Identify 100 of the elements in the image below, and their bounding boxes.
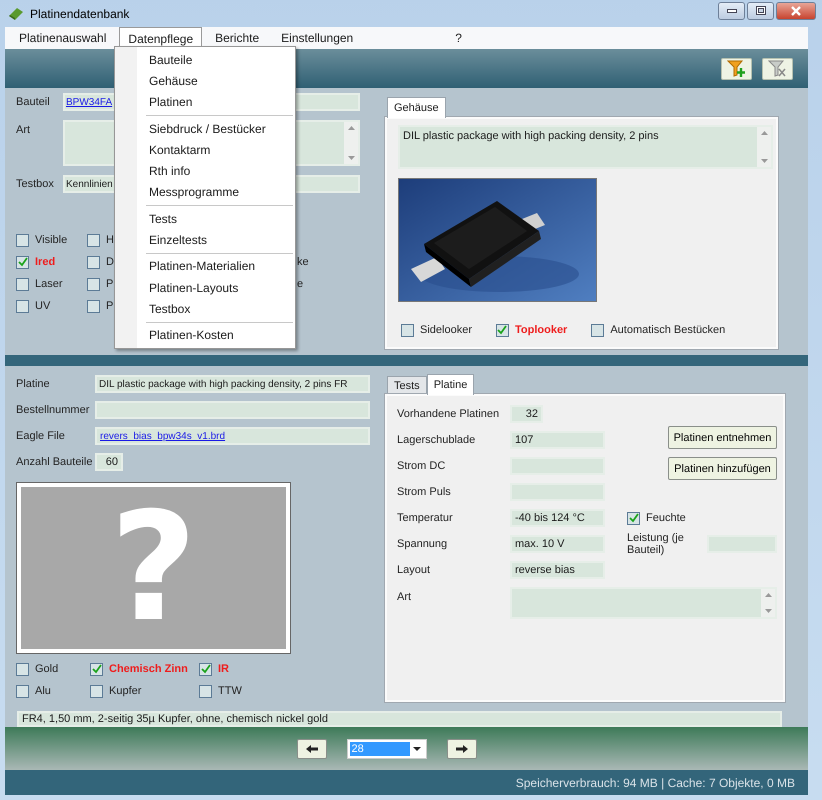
- field-label: Lagerschublade: [397, 434, 476, 446]
- checkbox[interactable]: [16, 684, 29, 698]
- checkbox-label: Feuchte: [646, 512, 686, 524]
- close-button[interactable]: [776, 2, 816, 20]
- previous-button[interactable]: [296, 738, 326, 758]
- checkbox-label: Kupfer: [109, 685, 142, 697]
- menu-item[interactable]: Platinen: [138, 92, 293, 113]
- input-field[interactable]: [707, 535, 777, 553]
- scroll-down-icon[interactable]: [348, 156, 354, 160]
- field-label: Vorhandene Platinen: [397, 408, 500, 420]
- input-field[interactable]: 107: [510, 431, 605, 449]
- field-label: Bestellnummer: [16, 404, 90, 416]
- menu-item[interactable]: Einzeltests: [138, 229, 293, 251]
- checkbox[interactable]: [591, 324, 604, 336]
- scrollbar[interactable]: [344, 122, 358, 164]
- input-field[interactable]: DIL plastic package with high packing density, 2 pins FR: [95, 375, 370, 393]
- checkbox[interactable]: [16, 662, 29, 676]
- checkbox-label: IR: [218, 663, 229, 675]
- funnel-x-icon: [768, 60, 788, 78]
- menu-item[interactable]: Bauteile: [138, 49, 293, 70]
- menu-item[interactable]: Siebdruck / Bestücker: [138, 118, 293, 140]
- field-label: Testbox: [16, 178, 55, 190]
- tab[interactable]: Tests: [387, 376, 427, 394]
- question-mark: ?: [110, 493, 197, 643]
- menu-item[interactable]: ?: [446, 27, 471, 49]
- checkbox[interactable]: [199, 684, 212, 698]
- checkbox[interactable]: [90, 684, 103, 698]
- scroll-up-icon[interactable]: [348, 126, 354, 130]
- field-label: Art: [16, 123, 32, 136]
- checkbox[interactable]: [401, 324, 414, 336]
- menu-item[interactable]: Tests: [138, 208, 293, 230]
- checkbox[interactable]: [90, 662, 103, 676]
- action-button[interactable]: Platinen entnehmen: [668, 426, 777, 449]
- checkbox[interactable]: [16, 234, 29, 246]
- checkbox-label: P: [106, 278, 114, 290]
- menu-item[interactable]: Gehäuse: [138, 70, 293, 92]
- scroll-down-icon[interactable]: [764, 609, 772, 613]
- menu-item[interactable]: Kontaktarm: [138, 139, 293, 160]
- maximize-icon: [756, 6, 766, 15]
- menu-item[interactable]: Platinen-Layouts: [138, 276, 293, 298]
- checkbox[interactable]: [16, 278, 29, 290]
- menu-item[interactable]: Rth info: [138, 160, 293, 182]
- scroll-up-icon[interactable]: [760, 131, 768, 135]
- tab[interactable]: Platine: [426, 374, 474, 395]
- field-label: Spannung: [397, 538, 448, 550]
- checkbox[interactable]: [87, 256, 100, 268]
- part-link[interactable]: BPW34FA: [66, 96, 112, 108]
- checkbox[interactable]: [199, 662, 212, 676]
- action-button[interactable]: Platinen hinzufügen: [668, 457, 777, 480]
- description-field[interactable]: DIL plastic package with high packing density, 2 pins: [398, 125, 773, 169]
- input-field[interactable]: -40 bis 124 °C: [510, 509, 605, 527]
- menu-item[interactable]: Messprogramme: [138, 182, 293, 204]
- checkbox[interactable]: [496, 324, 509, 336]
- checkbox-label: e: [297, 277, 304, 291]
- tab[interactable]: Gehäuse: [387, 97, 446, 118]
- checkbox[interactable]: [87, 278, 100, 290]
- checkbox[interactable]: [627, 512, 640, 524]
- input-field[interactable]: 60: [95, 453, 123, 471]
- material-field[interactable]: FR4, 1,50 mm, 2-seitig 35µ Kupfer, ohne, chemisch nickel gold: [17, 711, 782, 727]
- checkbox-label: Laser: [35, 278, 63, 290]
- scroll-up-icon[interactable]: [764, 593, 772, 597]
- next-button[interactable]: [446, 738, 476, 758]
- menu-item[interactable]: Testbox: [138, 298, 293, 320]
- checkbox[interactable]: [87, 234, 100, 246]
- file-link[interactable]: revers_bias_bpw34s_v1.brd: [100, 430, 226, 442]
- funnel-plus-icon: [726, 60, 746, 78]
- menu-item[interactable]: Platinen-Kosten: [138, 324, 293, 346]
- minimize-button[interactable]: [718, 2, 745, 20]
- memo-field[interactable]: [510, 587, 777, 619]
- checkbox-label: Ired: [35, 256, 56, 268]
- scrollbar[interactable]: [761, 589, 775, 617]
- checkbox[interactable]: [16, 256, 29, 268]
- field-label: Strom Puls: [397, 486, 452, 498]
- input-field[interactable]: [510, 483, 605, 501]
- close-icon: [790, 6, 802, 16]
- left-arrow-icon: [304, 744, 318, 754]
- menu-item[interactable]: Platinenauswahl: [10, 27, 116, 49]
- menu-item[interactable]: Berichte: [206, 27, 268, 49]
- app-icon: [8, 6, 24, 20]
- checkbox[interactable]: [87, 300, 100, 312]
- input-field[interactable]: 32: [510, 405, 543, 423]
- input-field[interactable]: [95, 401, 370, 419]
- maximize-button[interactable]: [747, 2, 774, 20]
- checkbox-label: Chemisch Zinn: [109, 663, 188, 675]
- clear-filter-button[interactable]: [762, 58, 793, 80]
- scroll-down-icon[interactable]: [760, 159, 768, 163]
- checkbox[interactable]: [16, 300, 29, 312]
- add-filter-button[interactable]: [721, 58, 752, 80]
- input-field[interactable]: reverse bias: [510, 561, 605, 579]
- input-field[interactable]: max. 10 V: [510, 535, 605, 553]
- field-label: Art: [397, 590, 412, 603]
- input-field[interactable]: [510, 457, 605, 475]
- checkbox-label: Alu: [35, 685, 51, 697]
- checkbox-label: D: [106, 256, 114, 268]
- input-field[interactable]: revers_bias_bpw34s_v1.brd: [95, 427, 370, 445]
- minimize-icon: [726, 8, 736, 12]
- menu-item[interactable]: Platinen-Materialien: [138, 256, 293, 277]
- field-label: Eagle File: [16, 430, 66, 442]
- menu-item[interactable]: Einstellungen: [272, 27, 362, 49]
- scrollbar[interactable]: [757, 127, 771, 167]
